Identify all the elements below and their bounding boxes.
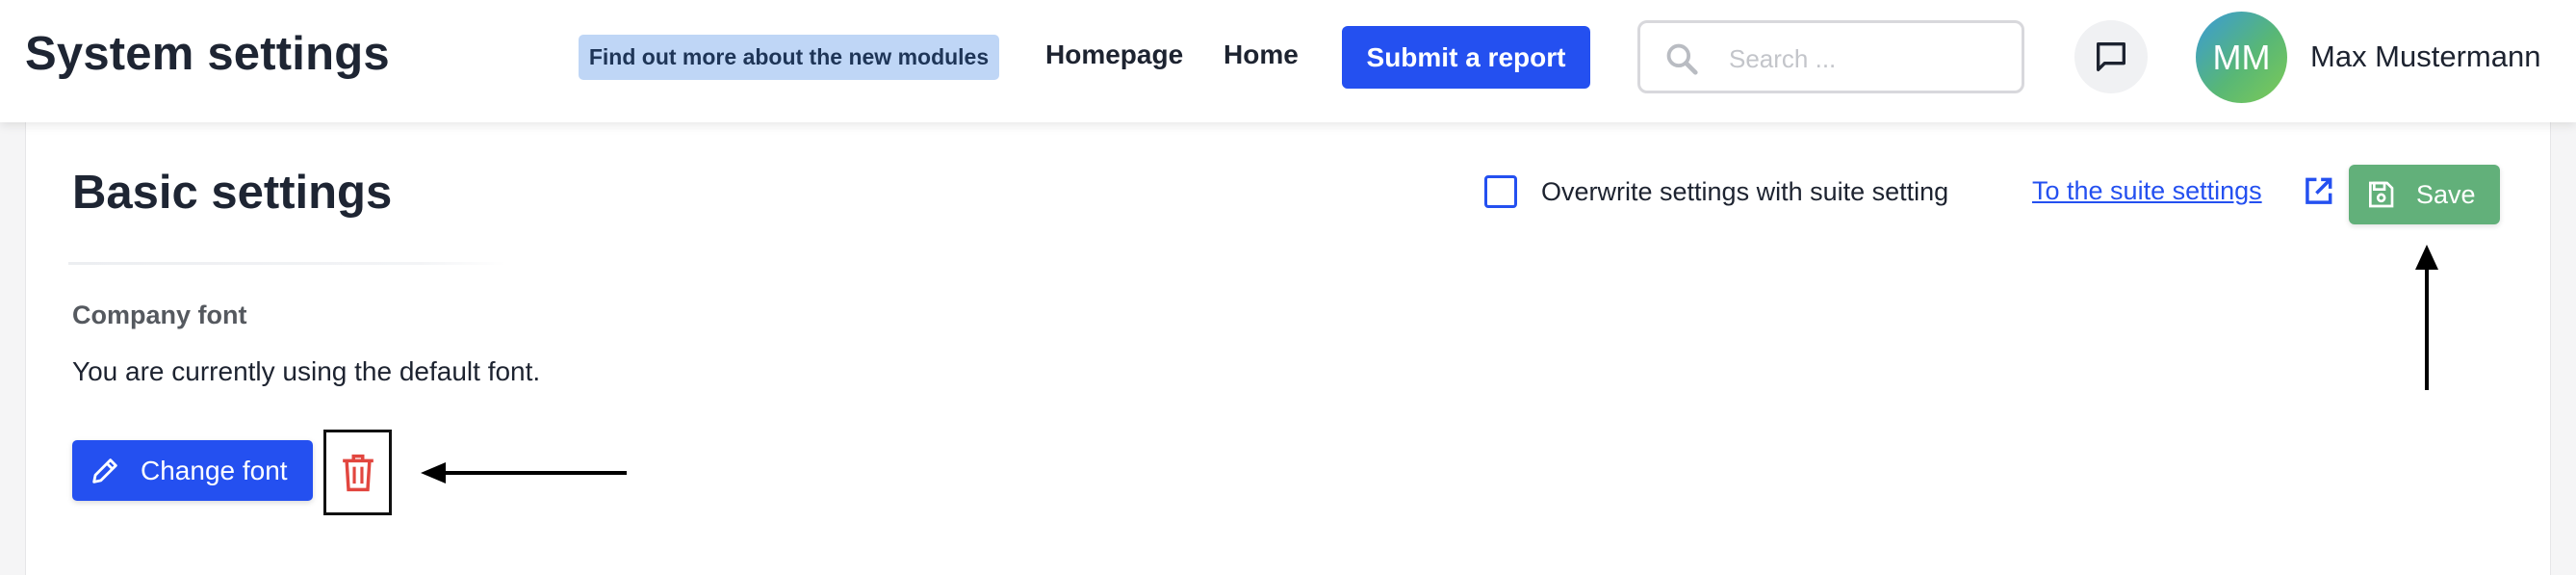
save-label: Save xyxy=(2416,179,2476,209)
annotation-arrow-up xyxy=(2415,245,2438,390)
basic-settings-card: Basic settings Overwrite settings with s… xyxy=(25,122,2551,575)
save-button[interactable]: Save xyxy=(2349,165,2500,224)
pencil-icon xyxy=(92,457,117,484)
avatar[interactable]: MM xyxy=(2196,12,2287,103)
chat-button[interactable] xyxy=(2074,20,2148,93)
overwrite-checkbox[interactable] xyxy=(1484,175,1517,208)
external-link-icon[interactable] xyxy=(2300,173,2336,210)
search-input[interactable] xyxy=(1727,37,2010,81)
change-font-label: Change font xyxy=(141,455,288,485)
new-modules-banner[interactable]: Find out more about the new modules xyxy=(579,35,999,80)
nav-home-link[interactable]: Home xyxy=(1224,39,1299,70)
trash-icon xyxy=(342,454,374,491)
nav-homepage-link[interactable]: Homepage xyxy=(1045,39,1183,70)
search-box[interactable] xyxy=(1637,20,2024,93)
search-icon xyxy=(1666,43,1698,75)
submit-report-button[interactable]: Submit a report xyxy=(1342,26,1590,89)
top-header: System settings Find out more about the … xyxy=(0,0,2576,122)
annotation-arrow-left xyxy=(421,462,627,484)
change-font-button[interactable]: Change font xyxy=(72,440,313,501)
save-icon xyxy=(2369,181,2394,208)
company-font-label: Company font xyxy=(72,301,247,329)
page-title: Basic settings xyxy=(72,167,393,219)
app-title: System settings xyxy=(25,28,390,80)
company-font-status: You are currently using the default font… xyxy=(72,356,541,386)
user-name[interactable]: Max Mustermann xyxy=(2310,39,2540,74)
chat-icon xyxy=(2097,42,2125,72)
title-divider xyxy=(68,262,506,265)
delete-font-button[interactable] xyxy=(323,430,392,515)
overwrite-label: Overwrite settings with suite setting xyxy=(1541,177,1949,206)
suite-settings-link[interactable]: To the suite settings xyxy=(2032,176,2262,206)
